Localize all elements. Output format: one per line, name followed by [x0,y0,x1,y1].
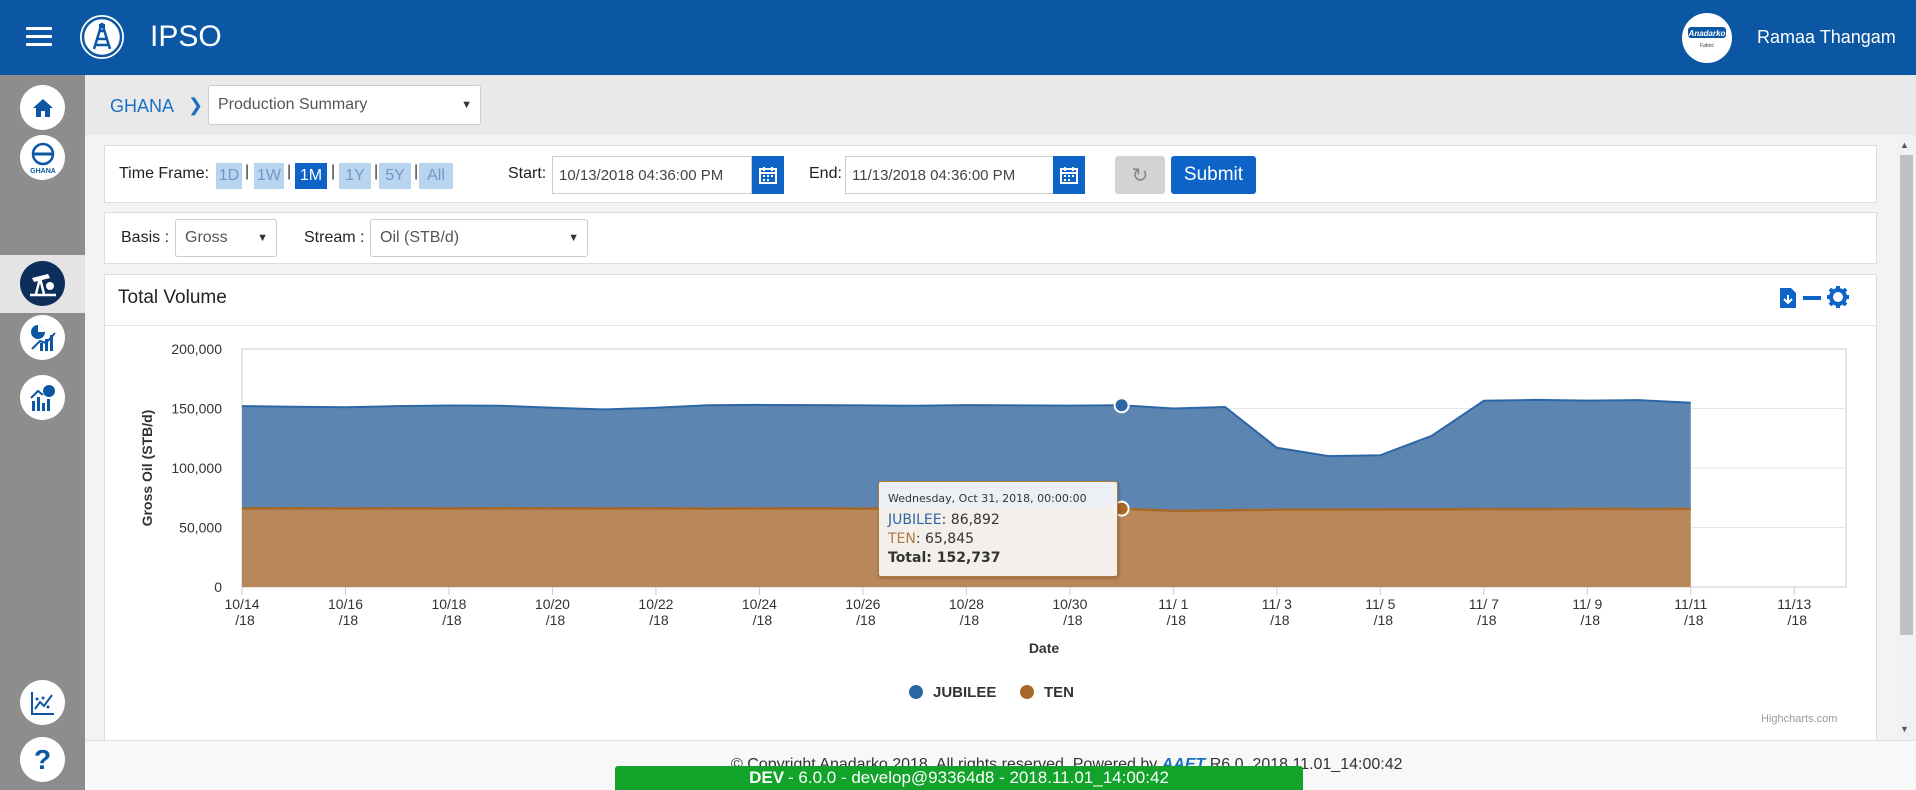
tooltip-jubilee-label: JUBILEE [888,512,942,528]
x-tick-label: 11/11 [1674,596,1707,612]
tooltip-jubilee-row: JUBILEE: 86,892 [888,512,1000,528]
chart-credits[interactable]: Highcharts.com [1761,713,1837,725]
tooltip-total-value: 152,737 [936,550,1001,566]
legend-marker [909,685,923,699]
x-tick-label-year: /18 [1167,612,1187,628]
y-tick-label: 150,000 [171,401,222,417]
x-tick-label-year: /18 [1477,612,1497,628]
help-icon: ? [33,743,52,775]
x-tick-label-year: /18 [442,612,462,628]
x-tick-label-year: /18 [1063,612,1083,628]
total-volume-chart: 050,000100,000150,000200,00010/14/1810/1… [139,341,1847,701]
x-tick-label: 10/20 [535,596,570,612]
x-tick-label: 10/22 [638,596,673,612]
y-axis-title: Gross Oil (STB/d) [139,410,155,527]
x-tick-label-year: /18 [649,612,669,628]
dev-env-label: DEV [749,768,785,787]
tooltip-date: Wednesday, Oct 31, 2018, 00:00:00 [888,492,1087,505]
x-tick-label: 11/ 5 [1365,596,1395,612]
x-tick-label: 11/ 3 [1262,596,1292,612]
y-tick-label: 50,000 [179,520,222,536]
legend-item-jubilee[interactable]: JUBILEE [933,684,996,701]
sidebar-item-help[interactable]: ? [20,737,65,782]
tooltip-jubilee-value: 86,892 [950,512,1000,528]
x-tick-label-year: /18 [1374,612,1394,628]
tooltip-total-label: Total [888,550,927,566]
scrollbar-thumb[interactable] [1900,155,1913,635]
dev-environment-banner: DEV - 6.0.0 - develop@93364d8 - 2018.11.… [615,766,1303,790]
x-tick-label-year: /18 [856,612,876,628]
x-tick-label: 10/18 [431,596,466,612]
tooltip-ten-row: TEN: 65,845 [888,531,975,547]
tooltip-ten-value: 65,845 [925,531,975,547]
tooltip-total-row: Total: 152,737 [888,550,1001,566]
x-tick-label-year: /18 [960,612,980,628]
legend-item-ten[interactable]: TEN [1044,684,1074,701]
x-tick-label: 10/14 [224,596,259,612]
y-tick-label: 100,000 [171,460,222,476]
x-tick-label-year: /18 [235,612,255,628]
x-tick-label-year: /18 [1788,612,1808,628]
x-tick-label-year: /18 [546,612,566,628]
x-tick-label: 10/30 [1052,596,1087,612]
y-tick-label: 200,000 [171,341,222,357]
x-tick-label: 10/16 [328,596,363,612]
x-tick-label: 11/ 1 [1158,596,1188,612]
x-tick-label: 11/13 [1777,596,1811,612]
x-tick-label-year: /18 [1270,612,1290,628]
y-tick-label: 0 [214,579,222,595]
x-tick-label: 11/ 7 [1469,596,1499,612]
x-tick-label: 10/26 [845,596,880,612]
legend-marker [1020,685,1034,699]
x-axis-title: Date [1029,640,1060,656]
chart-tooltip: Wednesday, Oct 31, 2018, 00:00:00 JUBILE… [878,481,1118,577]
x-tick-label-year: /18 [339,612,359,628]
scroll-up-arrow-icon[interactable]: ▲ [1900,140,1909,150]
x-tick-label: 10/24 [742,596,777,612]
x-tick-label-year: /18 [1581,612,1601,628]
x-tick-label-year: /18 [1684,612,1704,628]
tooltip-ten-label: TEN [888,531,916,547]
x-tick-label: 10/28 [949,596,984,612]
dev-env-text: - 6.0.0 - develop@93364d8 - 2018.11.01_1… [788,768,1169,787]
scroll-down-arrow-icon[interactable]: ▼ [1900,724,1909,734]
jubilee-hover-point [1113,397,1130,414]
x-tick-label-year: /18 [753,612,773,628]
x-tick-label: 11/ 9 [1572,596,1602,612]
